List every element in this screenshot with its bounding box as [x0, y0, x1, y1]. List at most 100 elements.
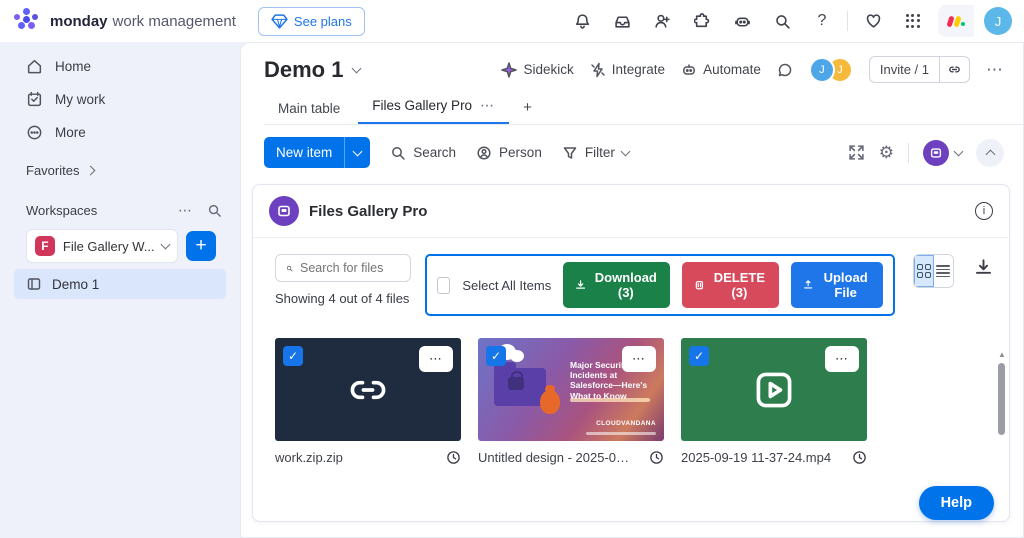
- file-card[interactable]: ✓ ⋯ work.zip.zip: [275, 338, 461, 465]
- new-item-button[interactable]: New item: [264, 137, 370, 168]
- file-checkbox[interactable]: ✓: [283, 346, 303, 366]
- clock-icon[interactable]: [852, 450, 867, 465]
- sidebar-item-more[interactable]: More: [0, 116, 240, 149]
- list-view-button[interactable]: [934, 255, 953, 287]
- file-thumbnail[interactable]: ✓ ⋯: [681, 338, 867, 441]
- add-workspace-button[interactable]: +: [186, 231, 216, 261]
- file-thumbnail[interactable]: Major Security Incidents at Salesforce—H…: [478, 338, 664, 441]
- top-bar: monday work management See plans ? J: [0, 0, 1024, 42]
- file-checkbox[interactable]: ✓: [486, 346, 506, 366]
- collapse-header-button[interactable]: [976, 139, 1004, 167]
- file-search-box[interactable]: [275, 254, 411, 282]
- download-label: Download (3): [593, 270, 658, 300]
- user-avatar[interactable]: J: [984, 7, 1012, 35]
- favorites-toggle[interactable]: Favorites: [0, 149, 240, 188]
- workspaces-search-icon[interactable]: [207, 203, 222, 218]
- file-menu-icon[interactable]: ⋯: [419, 346, 453, 372]
- delete-label: DELETE (3): [712, 270, 767, 300]
- new-item-dropdown[interactable]: [344, 137, 370, 168]
- automate-button[interactable]: Automate: [681, 62, 761, 78]
- scroll-up-icon[interactable]: ▲: [998, 350, 1006, 360]
- info-icon[interactable]: i: [975, 202, 993, 220]
- view-app-chip[interactable]: [923, 140, 962, 166]
- widget-scrollbar[interactable]: ▲: [998, 350, 1006, 500]
- delete-selected-button[interactable]: DELETE (3): [682, 262, 778, 308]
- file-menu-icon[interactable]: ⋯: [622, 346, 656, 372]
- board-icon: [26, 276, 42, 292]
- question-glyph: ?: [818, 12, 827, 30]
- integrate-button[interactable]: Integrate: [590, 62, 665, 78]
- workspace-selector[interactable]: F File Gallery W...: [26, 229, 178, 263]
- workspaces-menu-icon[interactable]: ⋯: [178, 202, 193, 219]
- scrollbar-thumb[interactable]: [998, 363, 1005, 435]
- filter-button[interactable]: Filter: [562, 145, 629, 161]
- grid-view-button[interactable]: [914, 255, 933, 287]
- fullscreen-icon[interactable]: [848, 144, 865, 161]
- search-label: Search: [413, 145, 456, 160]
- invite-members-icon[interactable]: [647, 6, 677, 36]
- marketplace-icon[interactable]: [687, 6, 717, 36]
- file-checkbox[interactable]: ✓: [689, 346, 709, 366]
- sidebar-item-label: My work: [55, 92, 105, 107]
- product-switcher[interactable]: [938, 5, 974, 37]
- clock-icon[interactable]: [446, 450, 461, 465]
- file-menu-icon[interactable]: ⋯: [825, 346, 859, 372]
- file-card[interactable]: ✓ ⋯ 2025-09-19 11-37-24.mp4: [681, 338, 867, 465]
- file-name: work.zip.zip: [275, 450, 343, 465]
- more-glyph: ⋯: [429, 351, 443, 367]
- assistant-robot-icon[interactable]: [727, 6, 757, 36]
- sidebar-item-my-work[interactable]: My work: [0, 83, 240, 116]
- more-circle-icon: [26, 124, 43, 141]
- select-all-checkbox[interactable]: [437, 277, 450, 294]
- search-icon[interactable]: [767, 6, 797, 36]
- files-count-status: Showing 4 out of 4 files: [275, 291, 411, 306]
- board-menu-icon[interactable]: ⋯: [986, 60, 1004, 80]
- automate-label: Automate: [703, 62, 761, 77]
- sidekick-button[interactable]: Sidekick: [501, 62, 573, 78]
- inbox-icon[interactable]: [607, 6, 637, 36]
- upload-label: Upload File: [820, 270, 871, 300]
- board-title[interactable]: Demo 1: [264, 57, 360, 83]
- tab-files-gallery-pro[interactable]: Files Gallery Pro ⋯: [358, 89, 509, 124]
- sidebar-item-home[interactable]: Home: [0, 50, 240, 83]
- chevron-down-icon: [352, 63, 362, 73]
- whats-new-heart-icon[interactable]: [858, 6, 888, 36]
- tab-label: Main table: [278, 101, 340, 116]
- workspaces-label: Workspaces: [26, 203, 97, 218]
- see-plans-button[interactable]: See plans: [258, 7, 365, 36]
- view-tabs: Main table Files Gallery Pro ⋯ +: [264, 89, 1024, 125]
- invite-label: Invite / 1: [870, 57, 939, 82]
- play-icon: [752, 368, 796, 412]
- tab-options-icon[interactable]: ⋯: [480, 97, 495, 114]
- download-selected-button[interactable]: Download (3): [563, 262, 670, 308]
- apps-grid-icon[interactable]: [898, 6, 928, 36]
- board-members-avatars[interactable]: J J: [809, 57, 853, 83]
- sidebar-board-demo1[interactable]: Demo 1: [14, 269, 226, 299]
- file-search-input[interactable]: [300, 261, 400, 275]
- monday-logo-icon[interactable]: [14, 8, 40, 34]
- selection-action-group: Select All Items Download (3) DELETE (3)…: [425, 254, 895, 316]
- add-view-button[interactable]: +: [513, 91, 542, 124]
- board-search-button[interactable]: Search: [390, 145, 456, 161]
- help-button[interactable]: Help: [919, 486, 994, 520]
- tab-main-table[interactable]: Main table: [264, 93, 354, 124]
- file-card[interactable]: Major Security Incidents at Salesforce—H…: [478, 338, 664, 465]
- invite-button[interactable]: Invite / 1: [869, 56, 970, 83]
- chevron-down-icon: [620, 146, 630, 156]
- download-all-icon[interactable]: [974, 258, 993, 282]
- tab-label: Files Gallery Pro: [372, 98, 472, 113]
- board-chat-icon[interactable]: [777, 62, 793, 78]
- monday-mark-icon: [946, 14, 966, 28]
- upload-file-button[interactable]: Upload File: [791, 262, 884, 308]
- thumbnail-subline: [570, 398, 650, 402]
- clock-icon[interactable]: [649, 450, 664, 465]
- trash-icon: [694, 278, 705, 292]
- settings-gear-icon[interactable]: ⚙: [879, 143, 894, 163]
- copy-link-icon[interactable]: [939, 57, 969, 82]
- person-filter-button[interactable]: Person: [476, 145, 542, 161]
- gear-glyph: ⚙: [879, 143, 894, 163]
- file-thumbnail[interactable]: ✓ ⋯: [275, 338, 461, 441]
- help-icon[interactable]: ?: [807, 6, 837, 36]
- notifications-bell-icon[interactable]: [567, 6, 597, 36]
- folder-lock-graphic: [494, 368, 546, 406]
